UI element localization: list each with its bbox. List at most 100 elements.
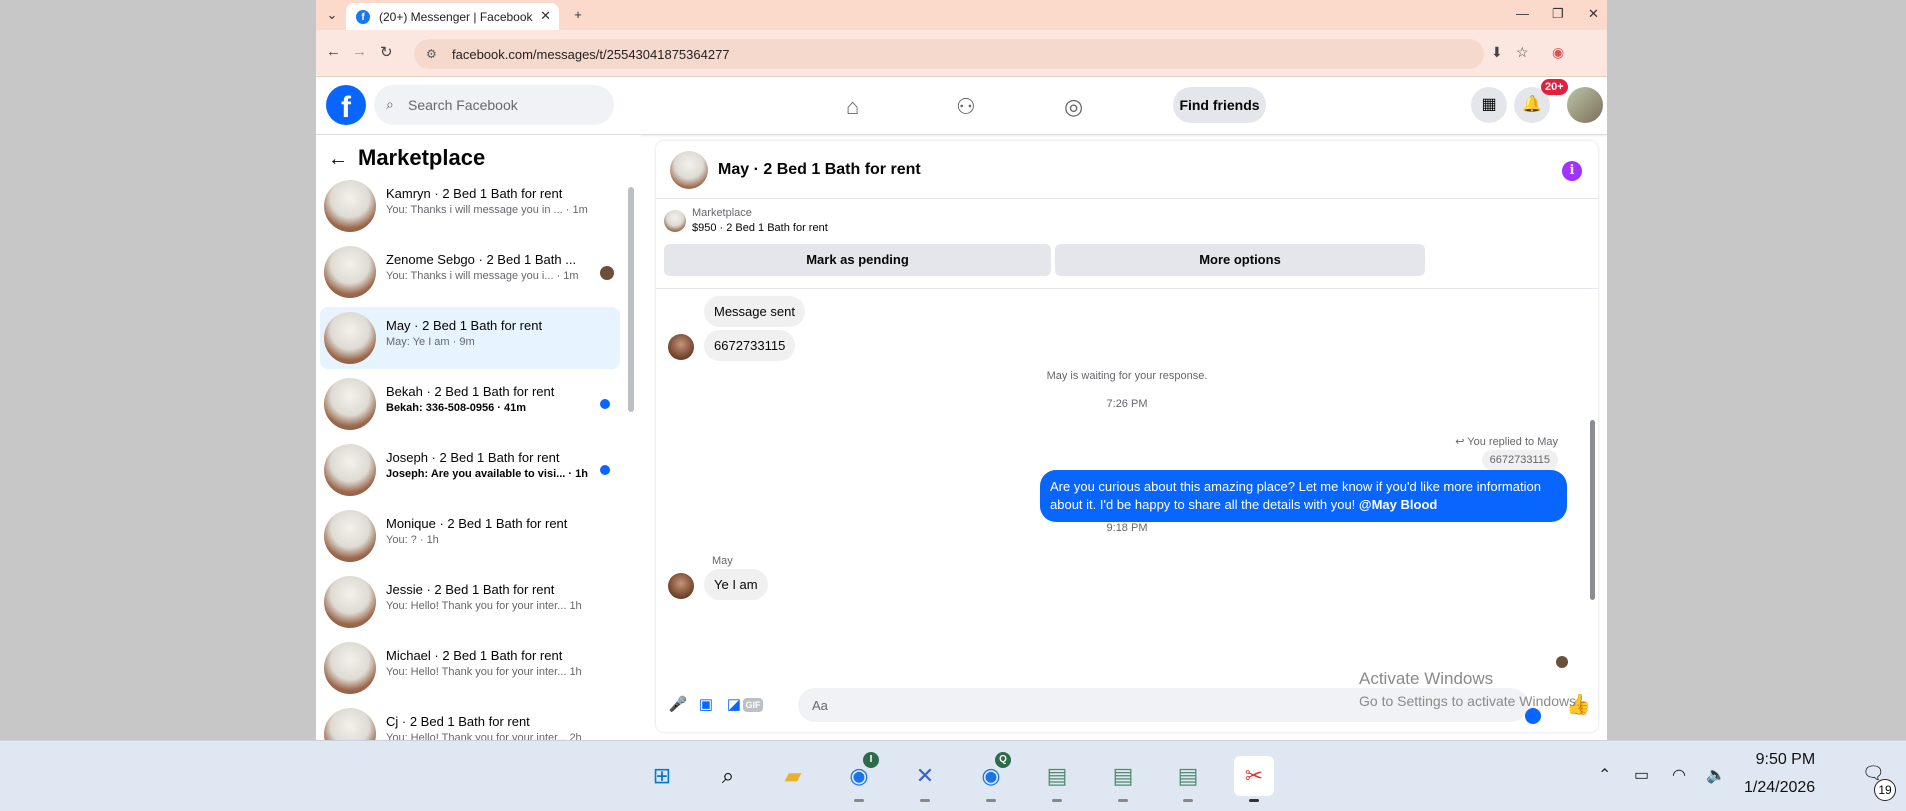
start-windows-icon[interactable]: ⊞ <box>642 756 682 796</box>
conversation-preview: You: Thanks i will message you i... · 1m <box>386 270 579 282</box>
conversation-item[interactable]: Monique · 2 Bed 1 Bath for rent You: ? ·… <box>320 505 620 567</box>
chrome-icon[interactable]: ◉ I <box>839 752 879 802</box>
friends-icon[interactable]: ⚇ <box>956 94 976 120</box>
notification-count: 19 <box>1874 779 1896 801</box>
waiting-notice: May is waiting for your response. <box>1046 370 1208 382</box>
chat-header: May · 2 Bed 1 Bath for rent i <box>656 141 1598 199</box>
account-avatar[interactable] <box>1567 87 1603 123</box>
clock[interactable]: 9:50 PM 1/24/2026 <box>1744 751 1815 797</box>
new-tab-plus-icon[interactable]: + <box>568 5 588 25</box>
sender-avatar[interactable] <box>668 573 694 599</box>
find-friends-button[interactable]: Find friends <box>1173 87 1266 123</box>
running-indicator <box>854 799 864 802</box>
chat-avatar[interactable] <box>670 151 708 189</box>
url-field[interactable]: ⚙ facebook.com/messages/t/25543041875364… <box>414 39 1484 69</box>
facebook-header: f ⌕ Search Facebook ⌂ ⚇ ◎ Find friends ▦… <box>316 77 1607 135</box>
conversation-item[interactable]: Jessie · 2 Bed 1 Bath for rent You: Hell… <box>320 571 620 633</box>
seen-avatar <box>600 266 614 280</box>
menu-grid-icon[interactable]: ▦ <box>1471 87 1507 123</box>
bookmark-star-icon[interactable]: ☆ <box>1516 44 1529 61</box>
back-arrow-icon[interactable]: ← <box>326 43 341 60</box>
running-indicator <box>1183 799 1193 802</box>
timestamp: 9:18 PM <box>1106 522 1148 534</box>
browser-tab[interactable]: f (20+) Messenger | Facebook ✕ <box>346 3 559 30</box>
url-text: facebook.com/messages/t/2554304187536427… <box>452 47 730 62</box>
sticker-icon[interactable]: ◪ <box>724 695 744 715</box>
tab-bar: ⌄ f (20+) Messenger | Facebook ✕ + — ❐ ✕ <box>316 0 1607 30</box>
wifi-icon[interactable]: ◠ <box>1672 765 1686 785</box>
gif-icon[interactable]: GIF <box>743 698 763 712</box>
conversation-item[interactable]: Zenome Sebgo · 2 Bed 1 Bath ... You: Tha… <box>320 241 620 303</box>
info-icon[interactable]: i <box>1562 161 1582 181</box>
groups-icon[interactable]: ◎ <box>1064 94 1083 120</box>
facebook-favicon-icon: f <box>356 10 370 24</box>
conversation-item-active[interactable]: May · 2 Bed 1 Bath for rent May: Ye I am… <box>320 307 620 369</box>
windows-taskbar: ⊞ ⌕ ▰ ◉ I ✕ ◉ Q ▤ ▤ ▤ ✂ ⌃ ▭ ◠ 🔈 9:50 PM 1/… <box>0 740 1906 811</box>
search-facebook-input[interactable]: ⌕ Search Facebook <box>374 85 614 125</box>
microphone-icon[interactable]: 🎤 <box>668 695 688 715</box>
show-hidden-icons-chevron-icon[interactable]: ⌃ <box>1598 765 1611 785</box>
conversation-item[interactable]: Michael · 2 Bed 1 Bath for rent You: Hel… <box>320 637 620 699</box>
battery-icon[interactable]: ▭ <box>1634 765 1649 785</box>
running-indicator <box>920 799 930 802</box>
message-list: Message sent 6672733115 May is waiting f… <box>656 290 1598 670</box>
seen-avatar <box>1556 656 1568 668</box>
tab-search-chevron-icon[interactable]: ⌄ <box>322 5 342 25</box>
window-thumbnail-icon[interactable]: ▤ <box>1168 756 1208 802</box>
app-x-icon[interactable]: ✕ <box>905 756 945 802</box>
chat-title[interactable]: May · 2 Bed 1 Bath for rent <box>718 161 921 179</box>
conversation-name: Cj · 2 Bed 1 Bath for rent <box>386 714 530 729</box>
minimize-icon[interactable]: — <box>1516 6 1529 21</box>
search-icon[interactable]: ⌕ <box>708 756 748 796</box>
listing-label: Marketplace <box>692 207 752 219</box>
message-bubble: Ye I am <box>704 569 768 600</box>
file-explorer-icon[interactable]: ▰ <box>773 756 813 796</box>
listing-thumbnail <box>324 510 376 562</box>
chrome-icon[interactable]: ◉ Q <box>971 752 1011 802</box>
close-window-icon[interactable]: ✕ <box>1588 6 1599 22</box>
messages-scrollbar[interactable] <box>1590 420 1595 600</box>
reload-icon[interactable]: ↻ <box>380 43 393 61</box>
mention-link[interactable]: @May Blood <box>1359 497 1437 512</box>
site-info-icon[interactable]: ⚙ <box>426 47 437 61</box>
listing-price[interactable]: $950 · 2 Bed 1 Bath for rent <box>692 222 828 234</box>
conversation-preview: You: ? · 1h <box>386 534 439 546</box>
running-indicator <box>986 799 996 802</box>
tab-close-icon[interactable]: ✕ <box>540 8 551 24</box>
conversation-preview: You: Hello! Thank you for your inter... … <box>386 600 582 612</box>
conversation-item[interactable]: Cj · 2 Bed 1 Bath for rent You: Hello! T… <box>320 703 620 740</box>
marketplace-header: ← Marketplace <box>328 145 485 171</box>
listing-thumbnail[interactable] <box>664 210 686 232</box>
marketplace-conversations-panel: ← Marketplace Kamryn · 2 Bed 1 Bath for r… <box>316 135 641 740</box>
forward-arrow-icon[interactable]: → <box>352 43 367 60</box>
volume-icon[interactable]: 🔈 <box>1706 765 1726 785</box>
running-indicator <box>1118 799 1128 802</box>
restore-icon[interactable]: ❐ <box>1552 6 1564 22</box>
listing-thumbnail <box>324 312 376 364</box>
tab-title: (20+) Messenger | Facebook <box>379 10 533 24</box>
more-options-button[interactable]: More options <box>1055 244 1425 276</box>
photo-icon[interactable]: ▣ <box>696 695 716 715</box>
home-icon[interactable]: ⌂ <box>846 94 859 120</box>
window-thumbnail-icon[interactable]: ▤ <box>1037 756 1077 802</box>
listing-banner: Marketplace $950 · 2 Bed 1 Bath for rent… <box>656 199 1598 289</box>
conversation-preview: Bekah: 336-508-0956 · 41m <box>386 402 527 414</box>
conversation-item[interactable]: Joseph · 2 Bed 1 Bath for rent Joseph: A… <box>320 439 620 501</box>
profile-icon[interactable]: ◉ <box>1552 44 1564 61</box>
emoji-icon[interactable] <box>1525 708 1541 724</box>
sender-avatar[interactable] <box>668 334 694 360</box>
facebook-logo-icon[interactable]: f <box>326 85 366 125</box>
install-app-icon[interactable]: ⬇ <box>1491 44 1503 61</box>
sidebar-scrollbar[interactable] <box>628 187 634 412</box>
outgoing-message-bubble: Are you curious about this amazing place… <box>1040 470 1567 522</box>
quoted-message[interactable]: 6672733115 <box>1481 450 1558 470</box>
snipping-tool-icon[interactable]: ✂ <box>1234 756 1274 802</box>
message-bubble: Message sent <box>704 296 805 327</box>
listing-thumbnail <box>324 444 376 496</box>
back-arrow-icon[interactable]: ← <box>328 148 352 171</box>
mark-as-pending-button[interactable]: Mark as pending <box>664 244 1051 276</box>
notifications-badge: 20+ <box>1541 79 1568 95</box>
conversation-item[interactable]: Kamryn · 2 Bed 1 Bath for rent You: Than… <box>320 175 620 237</box>
conversation-item[interactable]: Bekah · 2 Bed 1 Bath for rent Bekah: 336… <box>320 373 620 435</box>
window-thumbnail-icon[interactable]: ▤ <box>1103 756 1143 802</box>
